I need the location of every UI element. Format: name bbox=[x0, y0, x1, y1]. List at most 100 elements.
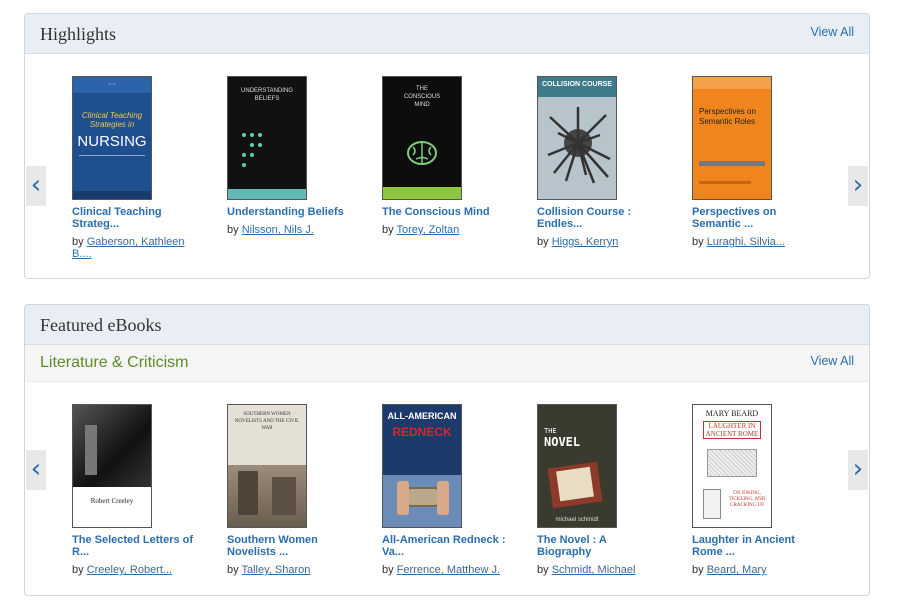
book-title-line: All-American Redneck : bbox=[382, 534, 506, 546]
highlights-header: Highlights View All bbox=[25, 14, 869, 54]
book-cover-the-novel[interactable]: THE NOVEL michael schmidt bbox=[537, 404, 617, 528]
book-cover-conscious-mind[interactable]: THE CONSCIOUS MIND bbox=[382, 76, 462, 200]
author-link[interactable]: Creeley, Robert... bbox=[87, 564, 172, 576]
author-link[interactable]: Nilsson, Nils J. bbox=[242, 224, 314, 236]
highlights-panel: Highlights View All ‹ • • • Clinical Tea… bbox=[24, 13, 870, 279]
author-link[interactable]: Schmidt, Michael bbox=[552, 564, 636, 576]
cover-text: REDNECK bbox=[392, 425, 452, 439]
book-title-line: Laughter in Ancient bbox=[692, 534, 795, 546]
book-card: UNDERSTANDING BELIEFS Understanding Beli… bbox=[227, 76, 357, 236]
book-title-line: The Conscious Mind bbox=[382, 206, 490, 218]
book-card: ALL-AMERICAN REDNECK All-American Rednec… bbox=[382, 404, 512, 576]
by-label: by bbox=[227, 224, 239, 236]
book-cover-all-american-redneck[interactable]: ALL-AMERICAN REDNECK bbox=[382, 404, 462, 528]
book-card: Robert Creeley The Selected Letters of R… bbox=[72, 404, 202, 576]
book-author: by Ferrence, Matthew J. bbox=[382, 564, 512, 576]
book-card: THE CONSCIOUS MIND The Conscious Mind by… bbox=[382, 76, 512, 236]
book-cover-southern-women[interactable]: SOUTHERN WOMEN NOVELISTS AND THE CIVIL W… bbox=[227, 404, 307, 528]
author-link[interactable]: Torey, Zoltan bbox=[396, 224, 459, 236]
cover-text: MARY BEARD bbox=[705, 409, 759, 418]
cover-text: THE bbox=[544, 427, 557, 435]
featured-title: Featured eBooks bbox=[40, 315, 162, 335]
book-title-line: Endles... bbox=[537, 218, 583, 230]
highlights-next-arrow-icon[interactable]: › bbox=[848, 166, 868, 206]
book-title-link[interactable]: Laughter in Ancient Rome ... bbox=[692, 534, 820, 558]
book-title-link[interactable]: The Conscious Mind bbox=[382, 206, 510, 218]
author-link[interactable]: Ferrence, Matthew J. bbox=[397, 564, 500, 576]
cover-text: michael schmidt bbox=[555, 517, 599, 523]
featured-next-arrow-icon[interactable]: › bbox=[848, 450, 868, 490]
book-author: by Torey, Zoltan bbox=[382, 224, 512, 236]
book-title-link[interactable]: Southern Women Novelists ... bbox=[227, 534, 355, 558]
by-label: by bbox=[227, 564, 239, 576]
highlights-prev-arrow-icon[interactable]: ‹ bbox=[26, 166, 46, 206]
book-cover-collision-course[interactable]: COLLISION COURSE bbox=[537, 76, 617, 200]
cover-text: SOUTHERN WOMEN NOVELISTS AND THE CIVIL W… bbox=[234, 412, 300, 431]
book-cover-selected-letters[interactable]: Robert Creeley bbox=[72, 404, 152, 528]
book-title-line: Rome ... bbox=[692, 546, 735, 558]
book-title-line: Strateg... bbox=[72, 218, 120, 230]
book-title-line: R... bbox=[72, 546, 90, 558]
by-label: by bbox=[537, 564, 549, 576]
book-cover-beliefs[interactable]: UNDERSTANDING BELIEFS bbox=[227, 76, 307, 200]
book-card: Perspectives on Semantic Roles Perspecti… bbox=[692, 76, 822, 248]
author-link[interactable]: Talley, Sharon bbox=[241, 564, 310, 576]
book-author: by Higgs, Kerryn bbox=[537, 236, 667, 248]
featured-carousel: ‹ Robert Creeley The Selected Letters of… bbox=[25, 382, 869, 595]
book-title-line: Semantic ... bbox=[692, 218, 754, 230]
book-title-link[interactable]: Clinical Teaching Strateg... bbox=[72, 206, 200, 230]
by-label: by bbox=[692, 236, 704, 248]
book-author: by Luraghi, Silvia... bbox=[692, 236, 822, 248]
book-title-line: The Novel : A bbox=[537, 534, 607, 546]
highlights-title: Highlights bbox=[40, 24, 117, 44]
brain-icon bbox=[407, 141, 437, 165]
book-title-link[interactable]: Collision Course : Endles... bbox=[537, 206, 665, 230]
book-author: by Schmidt, Michael bbox=[537, 564, 667, 576]
book-title-line: Perspectives on bbox=[692, 206, 777, 218]
book-author: by Gaberson, Kathleen B.... bbox=[72, 236, 202, 260]
book-title-link[interactable]: The Novel : A Biography bbox=[537, 534, 665, 558]
category-subheader: Literature & Criticism View All bbox=[25, 345, 869, 382]
book-title-line: Understanding Beliefs bbox=[227, 206, 344, 218]
book-title-link[interactable]: All-American Redneck : Va... bbox=[382, 534, 510, 558]
author-link[interactable]: Gaberson, Kathleen B.... bbox=[72, 236, 185, 260]
author-link[interactable]: Luraghi, Silvia... bbox=[707, 236, 785, 248]
featured-prev-arrow-icon[interactable]: ‹ bbox=[26, 450, 46, 490]
book-title-link[interactable]: The Selected Letters of R... bbox=[72, 534, 200, 558]
book-cover-semantic-roles[interactable]: Perspectives on Semantic Roles bbox=[692, 76, 772, 200]
highlights-view-all-link[interactable]: View All bbox=[810, 25, 854, 39]
book-author: by Nilsson, Nils J. bbox=[227, 224, 357, 236]
author-link[interactable]: Higgs, Kerryn bbox=[552, 236, 619, 248]
book-title-link[interactable]: Understanding Beliefs bbox=[227, 206, 355, 218]
featured-header: Featured eBooks bbox=[25, 305, 869, 345]
book-title-link[interactable]: Perspectives on Semantic ... bbox=[692, 206, 820, 230]
cover-text: UNDERSTANDING BELIEFS bbox=[241, 88, 293, 102]
book-author: by Talley, Sharon bbox=[227, 564, 357, 576]
book-card: • • • Clinical Teaching Strategies in NU… bbox=[72, 76, 202, 260]
book-title-line: Southern Women bbox=[227, 534, 318, 546]
featured-ebooks-panel: Featured eBooks Literature & Criticism V… bbox=[24, 304, 870, 596]
book-author: by Creeley, Robert... bbox=[72, 564, 202, 576]
featured-view-all-link[interactable]: View All bbox=[810, 354, 854, 368]
cover-text: NURSING bbox=[77, 133, 147, 150]
cover-text: ALL-AMERICAN bbox=[387, 411, 457, 421]
cover-text: NOVEL bbox=[544, 435, 581, 449]
book-card: MARY BEARD LAUGHTER IN ANCIENT ROME ON J… bbox=[692, 404, 822, 576]
book-author: by Beard, Mary bbox=[692, 564, 822, 576]
book-cover-nursing[interactable]: • • • Clinical Teaching Strategies in NU… bbox=[72, 76, 152, 200]
cover-text: ON JOKING, TICKLING, AND CRACKING UP bbox=[728, 491, 766, 508]
by-label: by bbox=[382, 224, 394, 236]
cover-text: Robert Creeley bbox=[90, 497, 134, 505]
by-label: by bbox=[692, 564, 704, 576]
author-link[interactable]: Beard, Mary bbox=[707, 564, 767, 576]
book-card: SOUTHERN WOMEN NOVELISTS AND THE CIVIL W… bbox=[227, 404, 357, 576]
book-cover-laughter-ancient-rome[interactable]: MARY BEARD LAUGHTER IN ANCIENT ROME ON J… bbox=[692, 404, 772, 528]
highlights-carousel: ‹ • • • Clinical Teaching Strategies in … bbox=[25, 54, 869, 278]
book-title-line: Va... bbox=[382, 546, 405, 558]
book-title-line: The Selected Letters of bbox=[72, 534, 194, 546]
book-title-line: Novelists ... bbox=[227, 546, 289, 558]
book-card: COLLISION COURSE Collision Course : Endl… bbox=[537, 76, 667, 248]
cover-text: LAUGHTER IN ANCIENT ROME bbox=[703, 421, 761, 439]
spiky-sphere-icon bbox=[547, 107, 611, 184]
by-label: by bbox=[72, 564, 84, 576]
